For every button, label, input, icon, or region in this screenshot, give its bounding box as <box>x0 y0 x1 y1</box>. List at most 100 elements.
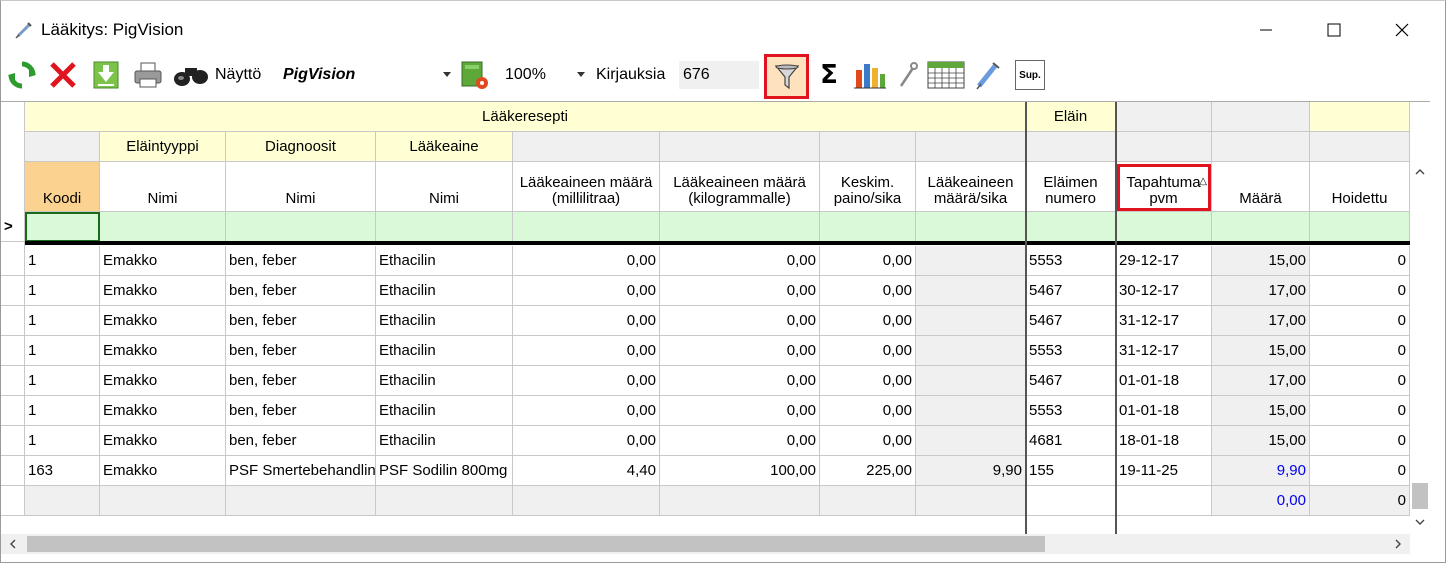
cell-diagnosis-name[interactable]: ben, feber <box>226 336 376 366</box>
cell-treated[interactable]: 0 <box>1310 246 1410 276</box>
column-header-code[interactable]: Koodi <box>25 162 100 212</box>
cell-drug-amount-per-pig[interactable]: 9,90 <box>916 456 1026 486</box>
cell-animal-type-name[interactable]: Emakko <box>100 306 226 336</box>
binoculars-button[interactable] <box>171 56 211 94</box>
new-row-cell-avg-weight-per-pig[interactable] <box>820 212 916 242</box>
new-row-cell-animal-type-name[interactable] <box>100 212 226 242</box>
cell-animal-number[interactable]: 5467 <box>1026 366 1116 396</box>
cell-diagnosis-name[interactable]: ben, feber <box>226 306 376 336</box>
cell-animal-type-name[interactable]: Emakko <box>100 276 226 306</box>
column-header-amount[interactable]: Määrä <box>1212 162 1310 212</box>
cell-drug-name[interactable]: Ethacilin <box>376 336 513 366</box>
chart-button[interactable] <box>851 56 889 94</box>
settings-book-button[interactable] <box>457 56 493 94</box>
cell-treated[interactable]: 0 <box>1310 396 1410 426</box>
sum-button[interactable]: Σ <box>814 56 844 94</box>
cell-animal-number[interactable]: 5553 <box>1026 246 1116 276</box>
scroll-thumb[interactable] <box>1412 483 1428 509</box>
scroll-down-button[interactable] <box>1410 511 1430 533</box>
cell-animal-type-name[interactable]: Emakko <box>100 336 226 366</box>
cell-animal-number[interactable]: 5553 <box>1026 396 1116 426</box>
cell-diagnosis-name[interactable]: ben, feber <box>226 426 376 456</box>
maximize-button[interactable] <box>1311 11 1357 49</box>
column-header-animal-type-name[interactable]: Nimi <box>100 162 226 212</box>
cell-avg-weight-per-pig[interactable]: 0,00 <box>820 276 916 306</box>
column-header-treated[interactable]: Hoidettu <box>1310 162 1410 212</box>
cell-code[interactable]: 163 <box>25 456 100 486</box>
cell-animal-type-name[interactable]: Emakko <box>100 426 226 456</box>
cell-drug-amount-per-pig[interactable] <box>916 336 1026 366</box>
cell-event-date[interactable]: 01-01-18 <box>1116 366 1212 396</box>
cell-drug-amount-ml[interactable]: 0,00 <box>513 336 660 366</box>
cell-event-date[interactable]: 19-11-25 <box>1116 456 1212 486</box>
delete-button[interactable] <box>45 56 81 94</box>
cell-animal-number[interactable]: 5467 <box>1026 306 1116 336</box>
refresh-button[interactable] <box>5 56 39 94</box>
cell-event-date[interactable]: 31-12-17 <box>1116 306 1212 336</box>
new-row-cell-drug-amount-per-kg[interactable] <box>660 212 820 242</box>
cell-event-date[interactable]: 29-12-17 <box>1116 246 1212 276</box>
cell-animal-number[interactable]: 4681 <box>1026 426 1116 456</box>
sup-button[interactable]: Sup. <box>1013 56 1047 94</box>
minimize-button[interactable] <box>1243 11 1289 49</box>
cell-animal-type-name[interactable]: Emakko <box>100 246 226 276</box>
calendar-button[interactable] <box>925 56 967 94</box>
cell-treated[interactable]: 0 <box>1310 456 1410 486</box>
cell-drug-amount-per-kg[interactable]: 0,00 <box>660 426 820 456</box>
cell-drug-amount-per-pig[interactable] <box>916 306 1026 336</box>
cell-drug-amount-per-kg[interactable]: 0,00 <box>660 306 820 336</box>
column-header-drug-amount-per-kg[interactable]: Lääkeaineen määrä (kilogrammalle) <box>660 162 820 212</box>
scroll-right-button[interactable] <box>1386 534 1410 554</box>
cell-treated[interactable]: 0 <box>1310 336 1410 366</box>
cell-drug-name[interactable]: PSF Sodilin 800mg <box>376 456 513 486</box>
scroll-up-button[interactable] <box>1410 161 1430 183</box>
cell-diagnosis-name[interactable]: ben, feber <box>226 366 376 396</box>
cell-event-date[interactable]: 31-12-17 <box>1116 336 1212 366</box>
new-row-cell-diagnosis-name[interactable] <box>226 212 376 242</box>
print-button[interactable] <box>131 56 165 94</box>
column-header-diagnosis-name[interactable]: Nimi <box>226 162 376 212</box>
column-header-drug-amount-ml[interactable]: Lääkeaineen määrä (millilitraa) <box>513 162 660 212</box>
new-row-cell-drug-name[interactable] <box>376 212 513 242</box>
cell-drug-amount-per-pig[interactable] <box>916 366 1026 396</box>
new-row-cell-amount[interactable] <box>1212 212 1310 242</box>
new-row-cell-event-date[interactable] <box>1116 212 1212 242</box>
cell-avg-weight-per-pig[interactable]: 0,00 <box>820 306 916 336</box>
row-header[interactable] <box>1 246 25 276</box>
cell-drug-name[interactable]: Ethacilin <box>376 276 513 306</box>
view-combobox[interactable]: PigVision <box>277 61 455 89</box>
cell-treated[interactable]: 0 <box>1310 426 1410 456</box>
cell-amount[interactable]: 15,00 <box>1212 396 1310 426</box>
cell-avg-weight-per-pig[interactable]: 0,00 <box>820 396 916 426</box>
filter-button[interactable] <box>764 54 809 99</box>
cell-event-date[interactable]: 30-12-17 <box>1116 276 1212 306</box>
cell-diagnosis-name[interactable]: ben, feber <box>226 276 376 306</box>
column-header-avg-weight-per-pig[interactable]: Keskim. paino/sika <box>820 162 916 212</box>
cell-drug-amount-ml[interactable]: 0,00 <box>513 306 660 336</box>
new-row-cell-code[interactable] <box>25 212 100 242</box>
cell-diagnosis-name[interactable]: ben, feber <box>226 396 376 426</box>
tools-button[interactable] <box>895 56 921 94</box>
cell-code[interactable]: 1 <box>25 426 100 456</box>
cell-amount[interactable]: 9,90 <box>1212 456 1310 486</box>
row-header[interactable] <box>1 366 25 396</box>
cell-drug-amount-ml[interactable]: 0,00 <box>513 396 660 426</box>
cell-animal-number[interactable]: 5467 <box>1026 276 1116 306</box>
cell-drug-amount-ml[interactable]: 0,00 <box>513 246 660 276</box>
horizontal-scrollbar[interactable] <box>1 534 1410 554</box>
row-header[interactable] <box>1 456 25 486</box>
cell-animal-type-name[interactable]: Emakko <box>100 366 226 396</box>
cell-treated[interactable]: 0 <box>1310 366 1410 396</box>
cell-drug-amount-ml[interactable]: 0,00 <box>513 276 660 306</box>
cell-treated[interactable]: 0 <box>1310 276 1410 306</box>
row-header[interactable] <box>1 396 25 426</box>
cell-amount[interactable]: 17,00 <box>1212 306 1310 336</box>
cell-drug-amount-per-kg[interactable]: 0,00 <box>660 336 820 366</box>
cell-code[interactable]: 1 <box>25 336 100 366</box>
zoom-combobox[interactable]: 100% <box>499 61 589 89</box>
cell-drug-amount-per-kg[interactable]: 0,00 <box>660 276 820 306</box>
cell-drug-name[interactable]: Ethacilin <box>376 366 513 396</box>
cell-diagnosis-name[interactable]: ben, feber <box>226 246 376 276</box>
cell-drug-amount-per-kg[interactable]: 0,00 <box>660 396 820 426</box>
cell-avg-weight-per-pig[interactable]: 0,00 <box>820 366 916 396</box>
